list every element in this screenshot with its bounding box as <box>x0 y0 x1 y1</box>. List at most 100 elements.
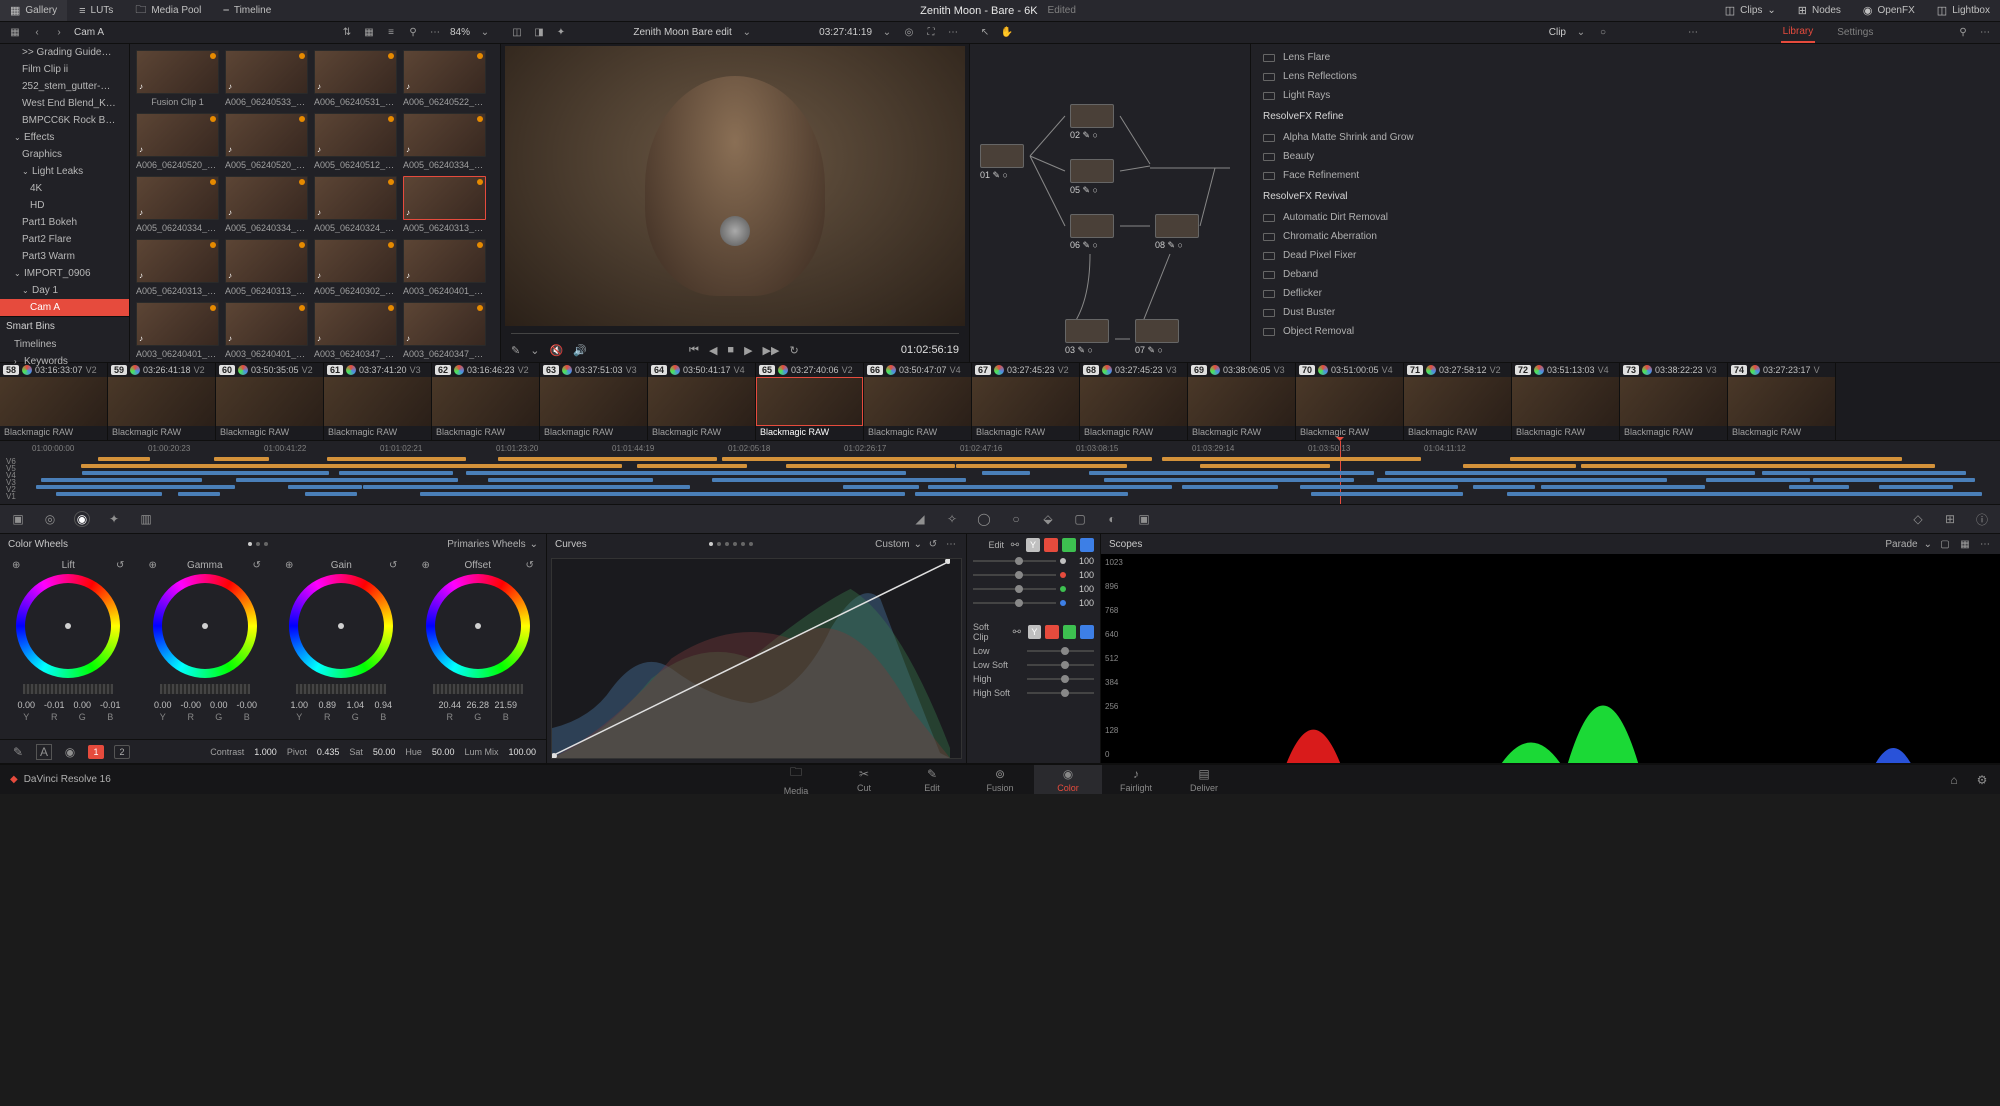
topbar-media-pool[interactable]: 🗀Media Pool <box>125 0 211 21</box>
fx-item[interactable]: Lens Reflections <box>1251 67 2000 86</box>
node-07[interactable] <box>1135 319 1179 343</box>
page-fairlight[interactable]: ♪Fairlight <box>1102 765 1170 794</box>
clip-item[interactable]: ♪A005_06240324_C… <box>314 176 397 233</box>
zoom-level[interactable]: 84% <box>450 27 470 38</box>
wheel-reset-icon[interactable]: ↺ <box>113 558 127 572</box>
wheel-picker-icon[interactable]: ⊕ <box>9 558 23 572</box>
wheel-picker-icon[interactable]: ⊕ <box>146 558 160 572</box>
channel-R-chip[interactable] <box>1045 625 1059 639</box>
intensity-value[interactable]: 100 <box>1070 570 1094 580</box>
more-icon[interactable]: ⋯ <box>428 26 442 40</box>
scopes-layout-icon[interactable]: ▢ <box>1938 537 1952 551</box>
curves-mode[interactable]: Custom <box>875 539 909 550</box>
hand-tool-icon[interactable]: ✋ <box>1000 26 1014 40</box>
wheels-page-icon[interactable]: ◉ <box>74 511 90 527</box>
topbar-luts[interactable]: ≡LUTs <box>69 0 123 21</box>
node-graph[interactable]: 02 ✎ ○01 ✎ ○05 ✎ ○06 ✎ ○08 ✎ ○03 ✎ ○07 ✎… <box>970 44 1250 362</box>
tree-item[interactable]: Part1 Bokeh <box>0 214 129 231</box>
fx-item[interactable]: Face Refinement <box>1251 166 2000 185</box>
clip-item[interactable]: ♪A005_06240520_C… <box>225 113 308 170</box>
clip-item[interactable]: ♪A003_06240401_C… <box>136 302 219 359</box>
clip-item[interactable]: ♪A003_06240347_C… <box>314 302 397 359</box>
wheel-values[interactable]: 20.4426.2821.59 <box>437 700 519 710</box>
node-bypass-icon[interactable]: ○ <box>1596 26 1610 40</box>
color-wheel[interactable] <box>426 574 530 678</box>
softclip-slider[interactable] <box>1027 650 1094 652</box>
clip-item[interactable]: ♪A006_06240520_C… <box>136 113 219 170</box>
scopes-mode-caret-icon[interactable]: ⌄ <box>1924 539 1932 550</box>
color-wheel[interactable] <box>16 574 120 678</box>
fx-tab-settings[interactable]: Settings <box>1835 23 1875 42</box>
wheel-values[interactable]: 0.00-0.000.00-0.00 <box>150 700 260 710</box>
mini-track[interactable] <box>32 464 1992 468</box>
wheel-page-2[interactable]: 2 <box>114 745 130 759</box>
softclip-slider[interactable] <box>1027 678 1094 680</box>
viewer-image[interactable] <box>505 46 965 326</box>
link-icon[interactable]: ⚯ <box>1008 538 1022 552</box>
scopes-mode[interactable]: Parade <box>1885 539 1917 550</box>
strip-clip[interactable]: 6503:27:40:06V2Blackmagic RAW <box>756 363 864 440</box>
fx-search-icon[interactable]: ⚲ <box>1956 26 1970 40</box>
wheel-picker-icon[interactable]: ⊕ <box>419 558 433 572</box>
fx-item[interactable]: Automatic Dirt Removal <box>1251 208 2000 227</box>
viewer-ref-icon[interactable]: ◎ <box>902 26 916 40</box>
tree-item[interactable]: West End Blend_K… <box>0 95 129 112</box>
warper-icon[interactable]: ✧ <box>944 511 960 527</box>
strip-clip[interactable]: 6003:50:35:05V2Blackmagic RAW <box>216 363 324 440</box>
tracker-icon[interactable]: ⬙ <box>1040 511 1056 527</box>
tree-item[interactable]: Part2 Flare <box>0 231 129 248</box>
magic-mask-icon[interactable]: ▢ <box>1072 511 1088 527</box>
fx-item[interactable]: Dust Buster <box>1251 303 2000 322</box>
clip-item[interactable]: ♪A006_06240531_C… <box>314 50 397 107</box>
play-icon[interactable]: ▶ <box>744 344 752 357</box>
strip-clip[interactable]: 6203:16:46:23V2Blackmagic RAW <box>432 363 540 440</box>
window-icon[interactable]: ○ <box>1008 511 1024 527</box>
channel-G-chip[interactable] <box>1063 625 1077 639</box>
mini-track[interactable] <box>32 457 1992 461</box>
fx-more-icon[interactable]: ⋯ <box>1978 26 1992 40</box>
viewer-title[interactable]: Zenith Moon Bare edit <box>633 27 731 38</box>
curves-reset-icon[interactable]: ↺ <box>926 537 940 551</box>
tree-item[interactable]: 4K <box>0 180 129 197</box>
step-back-icon[interactable]: ◀ <box>709 344 717 357</box>
search-icon[interactable]: ⚲ <box>406 26 420 40</box>
tree-item[interactable]: ⌄Day 1 <box>0 282 129 299</box>
global-hue-value[interactable]: 50.00 <box>432 747 455 757</box>
strip-clip[interactable]: 6403:50:41:17V4Blackmagic RAW <box>648 363 756 440</box>
fx-tab-library[interactable]: Library <box>1781 22 1816 43</box>
strip-clip[interactable]: 5903:26:41:18V2Blackmagic RAW <box>108 363 216 440</box>
topbar-lightbox[interactable]: ◫Lightbox <box>1927 0 2000 21</box>
mini-track[interactable] <box>32 471 1992 475</box>
page-deliver[interactable]: ▤Deliver <box>1170 765 1238 794</box>
viewer-expand-icon[interactable]: ⛶ <box>924 26 938 40</box>
camera-raw-icon[interactable]: ▣ <box>10 511 26 527</box>
strip-clip[interactable]: 5803:16:33:07V2Blackmagic RAW <box>0 363 108 440</box>
strip-clip[interactable]: 7303:38:22:23V3Blackmagic RAW <box>1620 363 1728 440</box>
color-wheel[interactable] <box>289 574 393 678</box>
stop-icon[interactable]: ■ <box>727 344 734 356</box>
viewer-timecode[interactable]: 03:27:41:19 <box>819 27 872 38</box>
tree-item[interactable]: Cam A <box>0 299 129 316</box>
channel-B-chip[interactable] <box>1080 625 1094 639</box>
rgb-mixer-icon[interactable]: ▥ <box>138 511 154 527</box>
fx-item[interactable]: Chromatic Aberration <box>1251 227 2000 246</box>
picker-caret-icon[interactable]: ⌄ <box>530 344 539 357</box>
wheel-reset-icon[interactable]: ↺ <box>523 558 537 572</box>
list-icon[interactable]: ≡ <box>384 26 398 40</box>
intensity-slider[interactable] <box>973 574 1056 576</box>
key-icon[interactable]: ▣ <box>1136 511 1152 527</box>
scopes-icon[interactable]: ⊞ <box>1942 511 1958 527</box>
topbar-clips[interactable]: ◫Clips ⌄ <box>1715 0 1786 21</box>
wheel-values[interactable]: 1.000.891.040.94 <box>286 700 396 710</box>
strip-clip[interactable]: 7403:27:23:17VBlackmagic RAW <box>1728 363 1836 440</box>
go-start-icon[interactable]: ⏮ <box>689 344 699 357</box>
clip-item[interactable]: ♪A005_06240313_C… <box>225 239 308 296</box>
clip-item[interactable]: ♪A005_06240334_C… <box>403 113 486 170</box>
auto-icon[interactable]: A <box>36 744 52 760</box>
scopes-grid-icon[interactable]: ▦ <box>1958 537 1972 551</box>
intensity-slider[interactable] <box>973 560 1056 562</box>
node-01[interactable] <box>980 144 1024 168</box>
smart-bin-item[interactable]: Timelines <box>0 336 129 353</box>
zoom-caret-icon[interactable]: ⌄ <box>478 26 492 40</box>
strip-clip[interactable]: 7003:51:00:05V4Blackmagic RAW <box>1296 363 1404 440</box>
